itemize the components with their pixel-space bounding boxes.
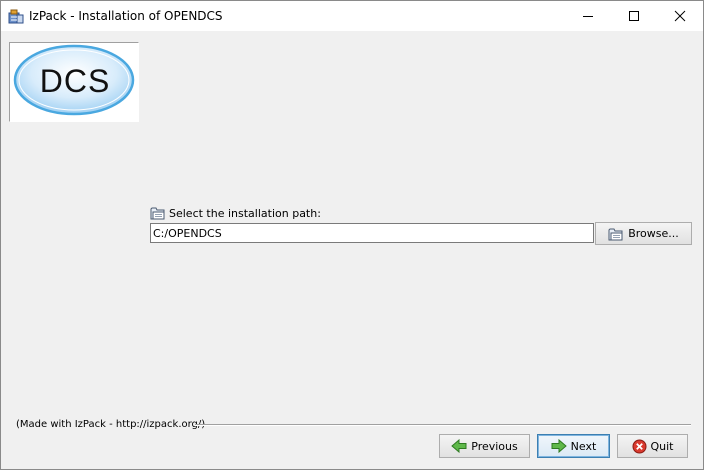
- install-path-label-row: Select the installation path:: [150, 205, 321, 221]
- quit-label: Quit: [650, 439, 674, 453]
- arrow-left-icon: [451, 439, 467, 453]
- next-button[interactable]: Next: [537, 434, 610, 458]
- made-with-izpack-text: (Made with IzPack - http://izpack.org/): [16, 419, 206, 430]
- product-logo: DCS: [9, 42, 139, 122]
- installer-window: IzPack - Installation of OPENDCS DCS Sel…: [0, 0, 704, 470]
- footer-divider: [195, 424, 691, 426]
- previous-button[interactable]: Previous: [439, 434, 530, 458]
- browse-label: Browse...: [628, 227, 679, 240]
- maximize-button[interactable]: [611, 1, 657, 31]
- browse-button[interactable]: Browse...: [595, 222, 692, 245]
- title-bar[interactable]: IzPack - Installation of OPENDCS: [1, 1, 703, 31]
- minimize-icon: [583, 16, 593, 17]
- logo-text: DCS: [39, 63, 111, 99]
- arrow-right-icon: [551, 439, 567, 453]
- previous-label: Previous: [471, 439, 518, 453]
- window-title: IzPack - Installation of OPENDCS: [29, 9, 223, 23]
- close-icon: [674, 10, 686, 22]
- next-label: Next: [570, 439, 597, 453]
- folder-icon: [608, 227, 624, 241]
- quit-button[interactable]: Quit: [617, 434, 688, 458]
- close-button[interactable]: [657, 1, 703, 31]
- install-path-label: Select the installation path:: [169, 206, 321, 220]
- quit-icon: [632, 439, 647, 454]
- minimize-button[interactable]: [565, 1, 611, 31]
- izpack-app-icon: [8, 8, 24, 24]
- folder-icon: [150, 206, 166, 220]
- install-path-input[interactable]: [150, 223, 594, 243]
- maximize-icon: [629, 11, 639, 21]
